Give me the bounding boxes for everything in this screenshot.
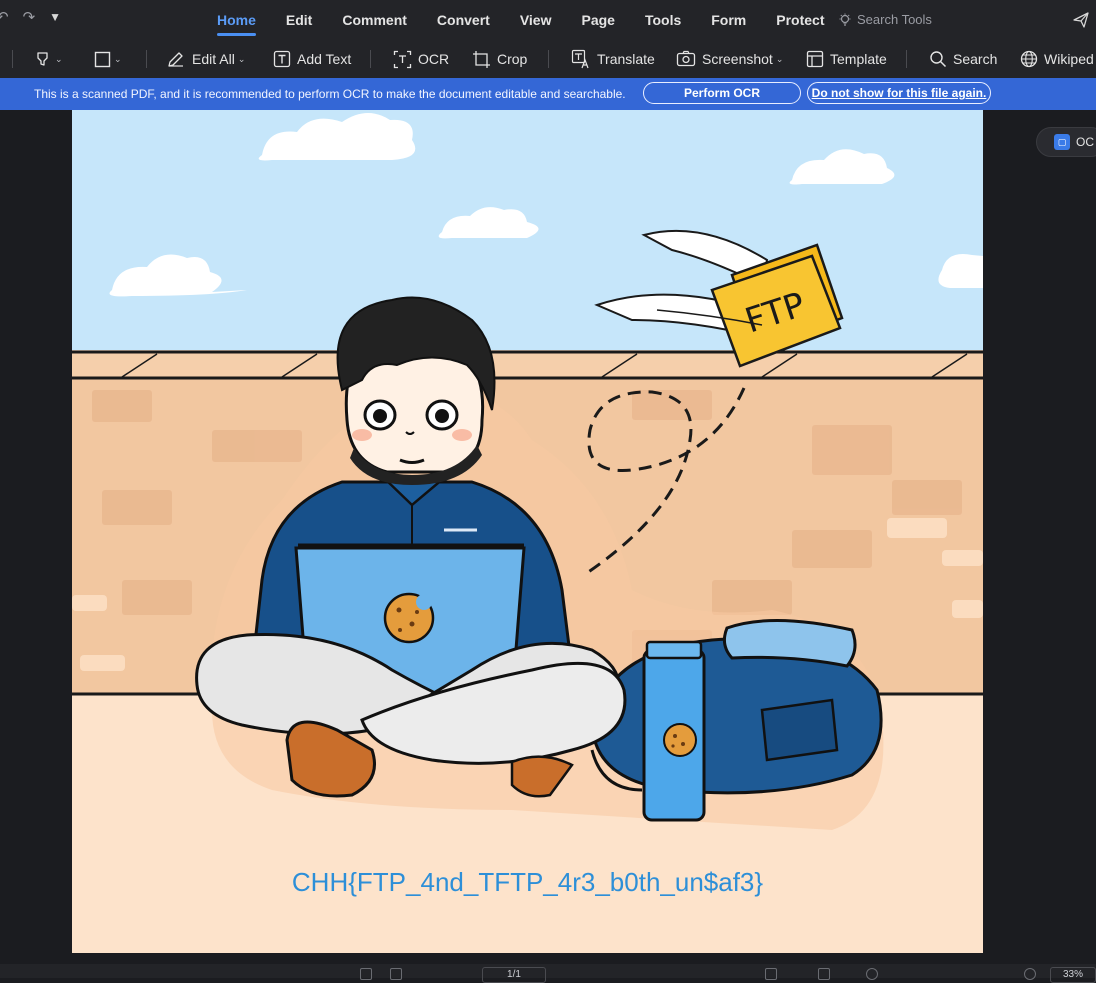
- toolbar-divider: [146, 50, 147, 68]
- hand-tool-icon[interactable]: [360, 968, 372, 980]
- fit-width-icon[interactable]: [818, 968, 830, 980]
- crop-label: Crop: [497, 51, 528, 67]
- document-page: FTP CHH{FTP_4nd_TFTP_4r3_b0th_un$af3}: [72, 110, 983, 953]
- screenshot-button[interactable]: Screenshot ⌄: [676, 40, 783, 78]
- undo-icon[interactable]: ↶: [0, 8, 9, 26]
- ocr-scan-icon: [393, 50, 412, 68]
- tab-tools[interactable]: Tools: [630, 0, 696, 40]
- search-icon: [930, 51, 947, 68]
- tab-form[interactable]: Form: [696, 0, 761, 40]
- template-icon: [806, 50, 824, 68]
- tab-home[interactable]: Home: [202, 0, 271, 40]
- tab-convert[interactable]: Convert: [422, 0, 505, 40]
- chevron-down-icon: ⌄: [237, 53, 246, 64]
- toolbar-divider: [370, 50, 371, 68]
- zoom-out-icon[interactable]: [866, 968, 878, 980]
- wall-cap: [72, 352, 983, 377]
- camera-icon: [676, 50, 696, 67]
- quick-access-dropdown-icon[interactable]: ▼: [49, 10, 61, 24]
- chevron-down-icon: ⌄: [55, 53, 63, 64]
- illustration: FTP: [72, 110, 983, 953]
- select-tool-icon[interactable]: [390, 968, 402, 980]
- search-tools-label: Search Tools: [857, 12, 932, 27]
- side-ocr-chip[interactable]: ▢ OC: [1036, 127, 1096, 157]
- zoom-in-icon[interactable]: [1024, 968, 1036, 980]
- tab-page[interactable]: Page: [566, 0, 629, 40]
- ocr-icon: ▢: [1054, 134, 1070, 150]
- toolbar: ⌄ ⌄ Edit All ⌄ Add Text OCR Crop Transla…: [0, 40, 1096, 78]
- template-button[interactable]: Template: [806, 40, 887, 78]
- search-label: Search: [953, 51, 998, 67]
- history-controls: ↶ ↷ ▼: [0, 8, 61, 26]
- text-box-icon: [273, 50, 291, 68]
- translate-button[interactable]: Translate: [571, 40, 655, 78]
- menu-bar: ↶ ↷ ▼ Home Edit Comment Convert View Pag…: [0, 0, 1096, 40]
- crop-button[interactable]: Crop: [472, 40, 527, 78]
- ocr-button[interactable]: OCR: [393, 40, 449, 78]
- fit-page-icon[interactable]: [765, 968, 777, 980]
- page-number-input[interactable]: 1/1: [482, 967, 546, 983]
- globe-icon: [1020, 50, 1038, 68]
- pen-edit-icon: [168, 52, 183, 67]
- redo-icon[interactable]: ↷: [23, 8, 36, 26]
- send-icon[interactable]: [1072, 11, 1090, 29]
- add-text-label: Add Text: [297, 51, 352, 67]
- toolbar-divider: [548, 50, 549, 68]
- chevron-down-icon: ⌄: [114, 53, 122, 64]
- edit-all-button[interactable]: Edit All ⌄: [166, 40, 245, 78]
- crop-icon: [473, 50, 490, 68]
- search-tools-button[interactable]: Search Tools: [838, 12, 932, 27]
- toolbar-divider: [906, 50, 907, 68]
- search-button[interactable]: Search: [929, 40, 997, 78]
- toolbar-divider: [12, 50, 13, 68]
- ocr-notification-banner: This is a scanned PDF, and it is recomme…: [0, 78, 1096, 110]
- translate-label: Translate: [597, 51, 655, 67]
- ocr-label: OCR: [418, 51, 450, 67]
- edit-all-label: Edit All: [192, 51, 235, 67]
- screenshot-label: Screenshot: [702, 51, 773, 67]
- do-not-show-again-button[interactable]: Do not show for this file again.: [807, 82, 991, 104]
- wikipedia-button[interactable]: Wikiped: [1020, 40, 1094, 78]
- translate-icon: [571, 49, 589, 69]
- tab-view[interactable]: View: [505, 0, 567, 40]
- menu-tabs: Home Edit Comment Convert View Page Tool…: [202, 0, 839, 40]
- lightbulb-icon: [839, 13, 851, 26]
- tab-comment[interactable]: Comment: [327, 0, 422, 40]
- template-label: Template: [830, 51, 887, 67]
- highlight-tool-button[interactable]: ⌄: [34, 40, 63, 78]
- side-ocr-label: OC: [1076, 135, 1094, 149]
- chevron-down-icon: ⌄: [775, 53, 784, 64]
- banner-message: This is a scanned PDF, and it is recomme…: [34, 87, 626, 101]
- rectangle-icon: [94, 51, 111, 67]
- tab-protect[interactable]: Protect: [761, 0, 839, 40]
- water-bottle: [642, 640, 706, 822]
- status-bar: 1/1 33%: [0, 964, 1096, 983]
- wikipedia-label: Wikiped: [1044, 51, 1094, 67]
- flag-text: CHH{FTP_4nd_TFTP_4r3_b0th_un$af3}: [291, 867, 764, 897]
- zoom-level-input[interactable]: 33%: [1050, 967, 1096, 983]
- perform-ocr-button[interactable]: Perform OCR: [643, 82, 801, 104]
- tab-edit[interactable]: Edit: [271, 0, 327, 40]
- highlighter-icon: [37, 52, 48, 66]
- add-text-button[interactable]: Add Text: [273, 40, 351, 78]
- shape-tool-button[interactable]: ⌄: [94, 40, 122, 78]
